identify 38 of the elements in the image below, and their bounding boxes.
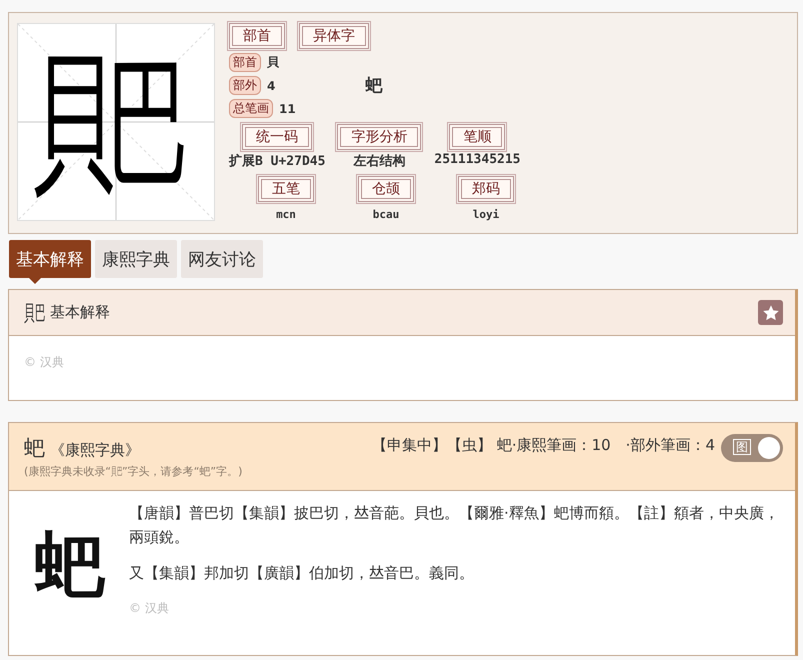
definition-text: 又【集韻】邦加切【廣韻】伯加切，𠀤音巴。義同。	[129, 563, 475, 584]
related-character[interactable]: 蚆	[366, 74, 383, 97]
code-button[interactable]: 统一码	[242, 124, 312, 150]
section-title: 《康熙字典》	[50, 441, 140, 460]
code-value: 25111345215	[434, 152, 520, 167]
tab[interactable]: 网友讨论	[181, 240, 263, 278]
code-value: 扩展B U+27D45	[229, 152, 326, 170]
favorite-button[interactable]	[758, 300, 783, 325]
definition-text: 【唐韻】普巴切【集韻】披巴切，𠀤音葩。貝也。【爾雅·釋魚】蚆博而頯。【註】頯者，中央廣，兩頭銳。	[129, 503, 780, 548]
info-value: 11	[279, 102, 296, 116]
code-value: loyi	[472, 208, 500, 221]
code-button[interactable]: 字形分析	[337, 124, 422, 150]
note-text: (康熙字典未收录“貝巴”字头，请参考“蚆”字。)	[24, 464, 242, 479]
code-value: 左右结构	[353, 153, 406, 170]
info-label: 总笔画	[229, 99, 273, 118]
tab[interactable]: 康熙字典	[95, 240, 177, 278]
code-value: bcau	[372, 208, 400, 221]
info-label: 部外	[229, 76, 261, 95]
code-button[interactable]: 五笔	[258, 176, 314, 202]
code-button[interactable]: 郑码	[458, 176, 514, 202]
code-value: mcn	[276, 208, 296, 221]
info-value: 4	[267, 78, 276, 92]
large-character: 貝巴	[32, 38, 190, 208]
section-title: 基本解释	[50, 303, 110, 322]
stroke-info: 【申集中】【虫】 蚆·康熙筆画：10 ·部外筆画：4	[372, 436, 715, 455]
copyright-text: © 汉典	[129, 601, 169, 615]
large-character: 蚆	[35, 522, 106, 608]
info-label: 部首	[229, 53, 261, 72]
copyright-text: © 汉典	[24, 355, 64, 369]
star-icon	[762, 304, 780, 322]
info-button[interactable]: 异体字	[299, 23, 369, 49]
tab[interactable]: 基本解释	[9, 240, 91, 278]
info-value: 貝	[267, 54, 279, 71]
code-button[interactable]: 仓颉	[358, 176, 414, 202]
section-character: 貝巴	[24, 300, 45, 326]
info-button[interactable]: 部首	[229, 23, 285, 49]
code-button[interactable]: 笔顺	[449, 124, 506, 150]
section-character: 蚆	[24, 435, 45, 462]
